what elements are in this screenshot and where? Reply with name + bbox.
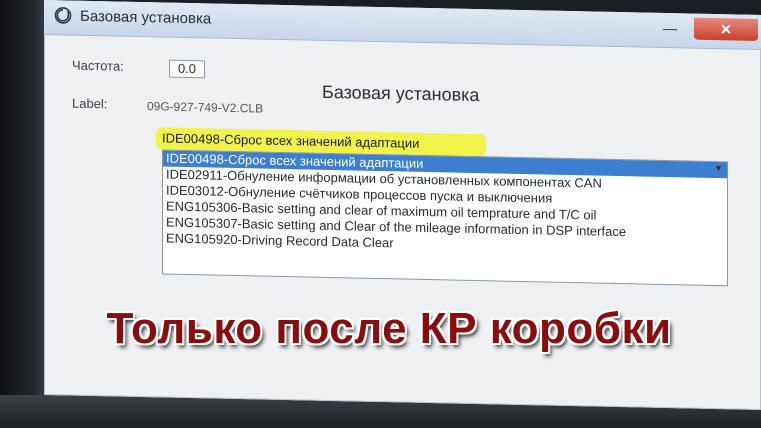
overlay-caption: Только после КР коробки bbox=[106, 304, 672, 353]
chevron-down-icon[interactable]: ▼ bbox=[714, 163, 723, 173]
monitor-bezel-left bbox=[0, 0, 48, 428]
power-refresh-icon bbox=[54, 6, 72, 24]
label-caption: Label: bbox=[72, 95, 108, 112]
function-dropdown-list[interactable]: IDE00498-Сброс всех значений адаптации I… bbox=[162, 149, 728, 287]
frequency-field[interactable]: 0.0 bbox=[169, 59, 205, 79]
minimize-button[interactable]: — bbox=[650, 17, 690, 40]
close-button[interactable]: ✕ bbox=[694, 17, 758, 41]
window-title: Базовая установка bbox=[80, 7, 212, 28]
frequency-label: Частота: bbox=[72, 57, 124, 74]
page-heading: Базовая установка bbox=[322, 81, 480, 106]
label-value: 09G-927-749-V2.CLB bbox=[147, 99, 264, 116]
